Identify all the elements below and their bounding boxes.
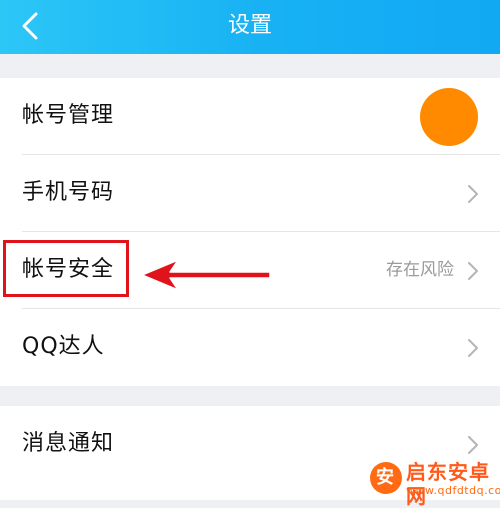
- avatar[interactable]: [420, 88, 478, 146]
- watermark-logo-icon: 安: [370, 462, 402, 494]
- chevron-right-icon: [468, 339, 478, 357]
- page-title: 设置: [227, 13, 272, 38]
- risk-status-text: 存在风险: [386, 260, 454, 280]
- chevron-right-icon: [468, 262, 478, 280]
- row-label: QQ达人: [22, 334, 105, 359]
- chevron-right-icon: [468, 436, 478, 454]
- watermark-url: www.qdfdtdq.com: [406, 484, 500, 497]
- watermark: 安 启东安卓网 www.qdfdtdq.com: [370, 458, 500, 508]
- header-bar: 设置: [0, 0, 500, 54]
- chevron-right-icon: [468, 185, 478, 203]
- settings-row-phone-number[interactable]: 手机号码: [0, 155, 500, 232]
- row-label: 手机号码: [22, 180, 115, 205]
- settings-row-qq-expert[interactable]: QQ达人: [0, 309, 500, 386]
- row-label: 消息通知: [22, 431, 115, 456]
- row-label: 帐号管理: [22, 103, 115, 128]
- annotation-highlight-box: [3, 240, 129, 297]
- annotation-arrow-icon: [141, 259, 271, 291]
- watermark-logo-glyph: 安: [376, 467, 394, 488]
